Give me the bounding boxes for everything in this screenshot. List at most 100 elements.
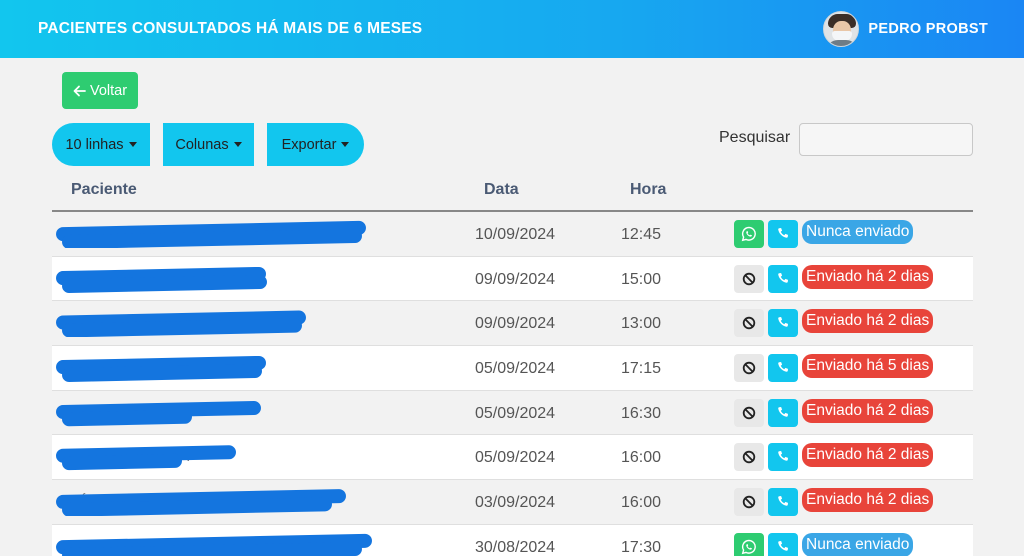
- appointment-date: 05/09/2024: [475, 449, 556, 467]
- user-avatar[interactable]: [823, 11, 860, 47]
- send-blocked-button[interactable]: [734, 309, 764, 338]
- appointment-date: 05/09/2024: [475, 360, 556, 378]
- table-header: Paciente Data Hora: [52, 170, 973, 212]
- table-row: …ÚNIOR 03/09/2024 16:00 Enviado há 2 dias: [52, 480, 973, 525]
- whatsapp-icon: [741, 226, 756, 242]
- send-blocked-button[interactable]: [734, 443, 764, 472]
- phone-icon: [778, 228, 788, 238]
- status-badge: Enviado há 2 dias: [802, 309, 934, 334]
- caret-down-icon: [233, 142, 242, 147]
- appointment-time: 17:30: [621, 538, 662, 556]
- ban-icon: [742, 361, 756, 375]
- ban-icon: [742, 406, 756, 419]
- whatsapp-button[interactable]: [734, 220, 764, 248]
- table-row: JO… JESUS 05/09/2024 16:30 Enviado há 2 dia…: [52, 390, 973, 436]
- status-badge: Nunca enviado: [802, 220, 914, 244]
- export-dropdown[interactable]: Exportar: [267, 123, 364, 166]
- whatsapp-button[interactable]: [734, 532, 764, 556]
- call-button[interactable]: [768, 398, 798, 427]
- phone-icon: [778, 272, 788, 283]
- patient-name-cell: M… DE AMORIM: [56, 218, 372, 248]
- columns-dropdown[interactable]: Colunas: [163, 123, 254, 166]
- export-label: Exportar: [281, 136, 337, 153]
- patient-name-cell: … ACENA DE LIMA: [56, 263, 372, 293]
- appointment-date: 03/09/2024: [475, 494, 556, 512]
- ban-icon: [742, 451, 756, 464]
- patient-name-cell: JO… RIBEIRO: [56, 307, 372, 338]
- redaction-mark: [61, 409, 193, 427]
- arrow-left-icon: [73, 85, 86, 96]
- page-title: PACIENTES CONSULTADOS HÁ MAIS DE 6 MESES: [38, 20, 423, 37]
- caret-down-icon: [128, 142, 137, 147]
- phone-icon: [778, 362, 788, 372]
- back-button-label: Voltar: [89, 82, 128, 99]
- table-row: … ACENA DE LIMA 09/09/2024 15:00 Enviado há…: [52, 256, 973, 302]
- caret-down-icon: [341, 142, 350, 147]
- table-row: JO… RIBEIRO 09/09/2024 13:00 Enviado há 2 d…: [52, 301, 973, 347]
- appointment-date: 09/09/2024: [475, 270, 556, 288]
- patient-name-cell: MARIA JO… SILVA: [56, 441, 372, 471]
- appointment-time: 15:00: [621, 270, 662, 288]
- call-button[interactable]: [768, 443, 798, 472]
- redaction-mark: [61, 454, 183, 471]
- column-header-patient[interactable]: Paciente: [71, 181, 137, 199]
- table-row: MARIA JO… SILVA 05/09/2024 16:00 Enviado há…: [52, 435, 973, 481]
- status-badge: Enviado há 2 dias: [802, 264, 934, 289]
- redaction-mark: [61, 363, 263, 383]
- call-button[interactable]: [768, 220, 798, 248]
- appointment-time: 16:00: [621, 449, 662, 467]
- whatsapp-icon: [741, 539, 756, 555]
- columns-label: Colunas: [175, 136, 229, 153]
- appointment-time: 16:00: [621, 494, 662, 512]
- status-badge: Enviado há 2 dias: [802, 398, 934, 423]
- send-blocked-button[interactable]: [734, 354, 764, 383]
- ban-icon: [742, 495, 756, 509]
- appointment-date: 09/09/2024: [475, 315, 556, 333]
- table-row: … ARAUJO 05/09/2024 17:15 Enviado há 5 dias: [52, 346, 973, 391]
- ban-icon: [742, 317, 756, 330]
- phone-icon: [778, 317, 788, 328]
- back-button[interactable]: Voltar: [62, 72, 138, 109]
- send-blocked-button[interactable]: [734, 488, 764, 517]
- appointment-date: 30/08/2024: [475, 538, 556, 556]
- column-header-date[interactable]: Data: [484, 181, 519, 199]
- call-button[interactable]: [768, 309, 798, 338]
- appointment-date: 10/09/2024: [475, 226, 556, 243]
- status-badge: Enviado há 2 dias: [802, 488, 934, 513]
- rows-per-page-label: 10 linhas: [65, 136, 124, 153]
- phone-icon: [778, 451, 788, 462]
- status-badge: Enviado há 2 dias: [802, 443, 934, 468]
- patient-name-cell: JO… JESUS: [56, 397, 372, 427]
- search-label: Pesquisar: [719, 129, 791, 146]
- table-row: … SOUZA 30/08/2024 17:30 Nunca enviado: [52, 524, 973, 556]
- phone-icon: [778, 540, 788, 551]
- phone-icon: [778, 496, 788, 506]
- call-button[interactable]: [768, 532, 798, 556]
- call-button[interactable]: [768, 264, 798, 293]
- column-header-time[interactable]: Hora: [630, 181, 666, 199]
- appointment-time: 13:00: [621, 315, 662, 333]
- send-blocked-button[interactable]: [734, 264, 764, 293]
- status-badge: Enviado há 5 dias: [802, 354, 934, 379]
- call-button[interactable]: [768, 488, 798, 517]
- send-blocked-button[interactable]: [734, 398, 764, 427]
- search-input[interactable]: [799, 123, 973, 156]
- phone-icon: [778, 406, 788, 417]
- top-navbar: PACIENTES CONSULTADOS HÁ MAIS DE 6 MESES…: [0, 0, 1024, 58]
- table-body: M… DE AMORIM 10/09/2024 12:45 Nunca enviado…: [52, 212, 973, 556]
- appointment-time: 16:30: [621, 404, 662, 422]
- patient-name-cell: … ARAUJO: [56, 352, 372, 383]
- user-name[interactable]: PEDRO PROBST: [868, 21, 988, 37]
- status-badge: Nunca enviado: [802, 532, 914, 556]
- ban-icon: [742, 272, 756, 285]
- patient-name-cell: …ÚNIOR: [56, 486, 372, 517]
- user-menu[interactable]: PEDRO PROBST: [823, 11, 988, 47]
- rows-per-page-dropdown[interactable]: 10 linhas: [52, 123, 150, 166]
- table-row: M… DE AMORIM 10/09/2024 12:45 Nunca enviado: [52, 212, 973, 257]
- appointment-time: 17:15: [621, 360, 662, 378]
- appointment-date: 05/09/2024: [475, 404, 556, 422]
- patients-table: Paciente Data Hora M… DE AMORIM 10/09/202…: [52, 170, 973, 556]
- appointment-time: 12:45: [621, 226, 662, 243]
- patient-name-cell: … SOUZA: [56, 531, 372, 556]
- call-button[interactable]: [768, 354, 798, 383]
